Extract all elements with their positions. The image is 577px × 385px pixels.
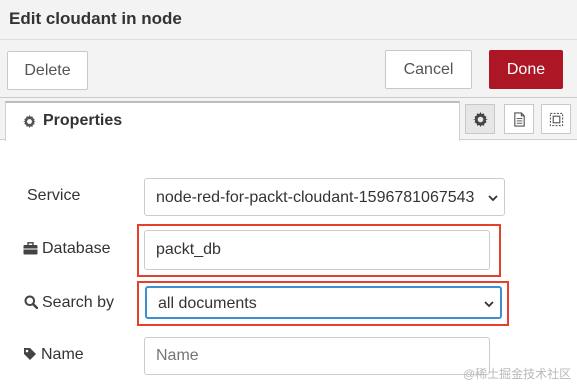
dialog-title: Edit cloudant in node bbox=[9, 9, 182, 28]
database-label: Database bbox=[23, 239, 111, 259]
tag-icon bbox=[24, 348, 36, 360]
chevron-down-icon bbox=[488, 195, 498, 202]
briefcase-icon bbox=[23, 242, 38, 255]
node-appearance-button[interactable] bbox=[541, 104, 571, 134]
delete-button[interactable]: Delete bbox=[7, 51, 88, 90]
cancel-button[interactable]: Cancel bbox=[385, 50, 472, 89]
tab-properties-label: Properties bbox=[43, 112, 123, 129]
service-select-value: node-red-for-packt-cloudant-159678106754… bbox=[156, 189, 475, 206]
service-select[interactable]: node-red-for-packt-cloudant-159678106754… bbox=[144, 178, 505, 216]
dialog-button-bar: Delete Cancel Done bbox=[0, 40, 577, 98]
database-input-value: packt_db bbox=[156, 241, 221, 258]
database-input[interactable]: packt_db bbox=[144, 230, 490, 270]
layout-icon bbox=[549, 112, 564, 127]
gear-icon bbox=[23, 115, 36, 128]
dialog-titlebar: Edit cloudant in node bbox=[0, 0, 577, 40]
node-description-button[interactable] bbox=[504, 104, 534, 134]
name-label: Name bbox=[23, 345, 84, 365]
gear-icon bbox=[473, 112, 488, 127]
name-input[interactable] bbox=[144, 337, 490, 375]
tab-properties[interactable]: Properties bbox=[5, 101, 460, 141]
done-button[interactable]: Done bbox=[489, 50, 563, 89]
search-by-select[interactable]: all documents bbox=[145, 286, 502, 319]
chevron-down-icon bbox=[484, 301, 494, 308]
document-icon bbox=[514, 112, 525, 127]
watermark: @稀土掘金技术社区 bbox=[463, 367, 572, 381]
service-label: Service bbox=[27, 187, 81, 204]
search-by-select-value: all documents bbox=[158, 295, 257, 312]
node-settings-button[interactable] bbox=[465, 104, 495, 134]
search-icon bbox=[24, 295, 38, 309]
search-by-label: Search by bbox=[24, 293, 114, 313]
